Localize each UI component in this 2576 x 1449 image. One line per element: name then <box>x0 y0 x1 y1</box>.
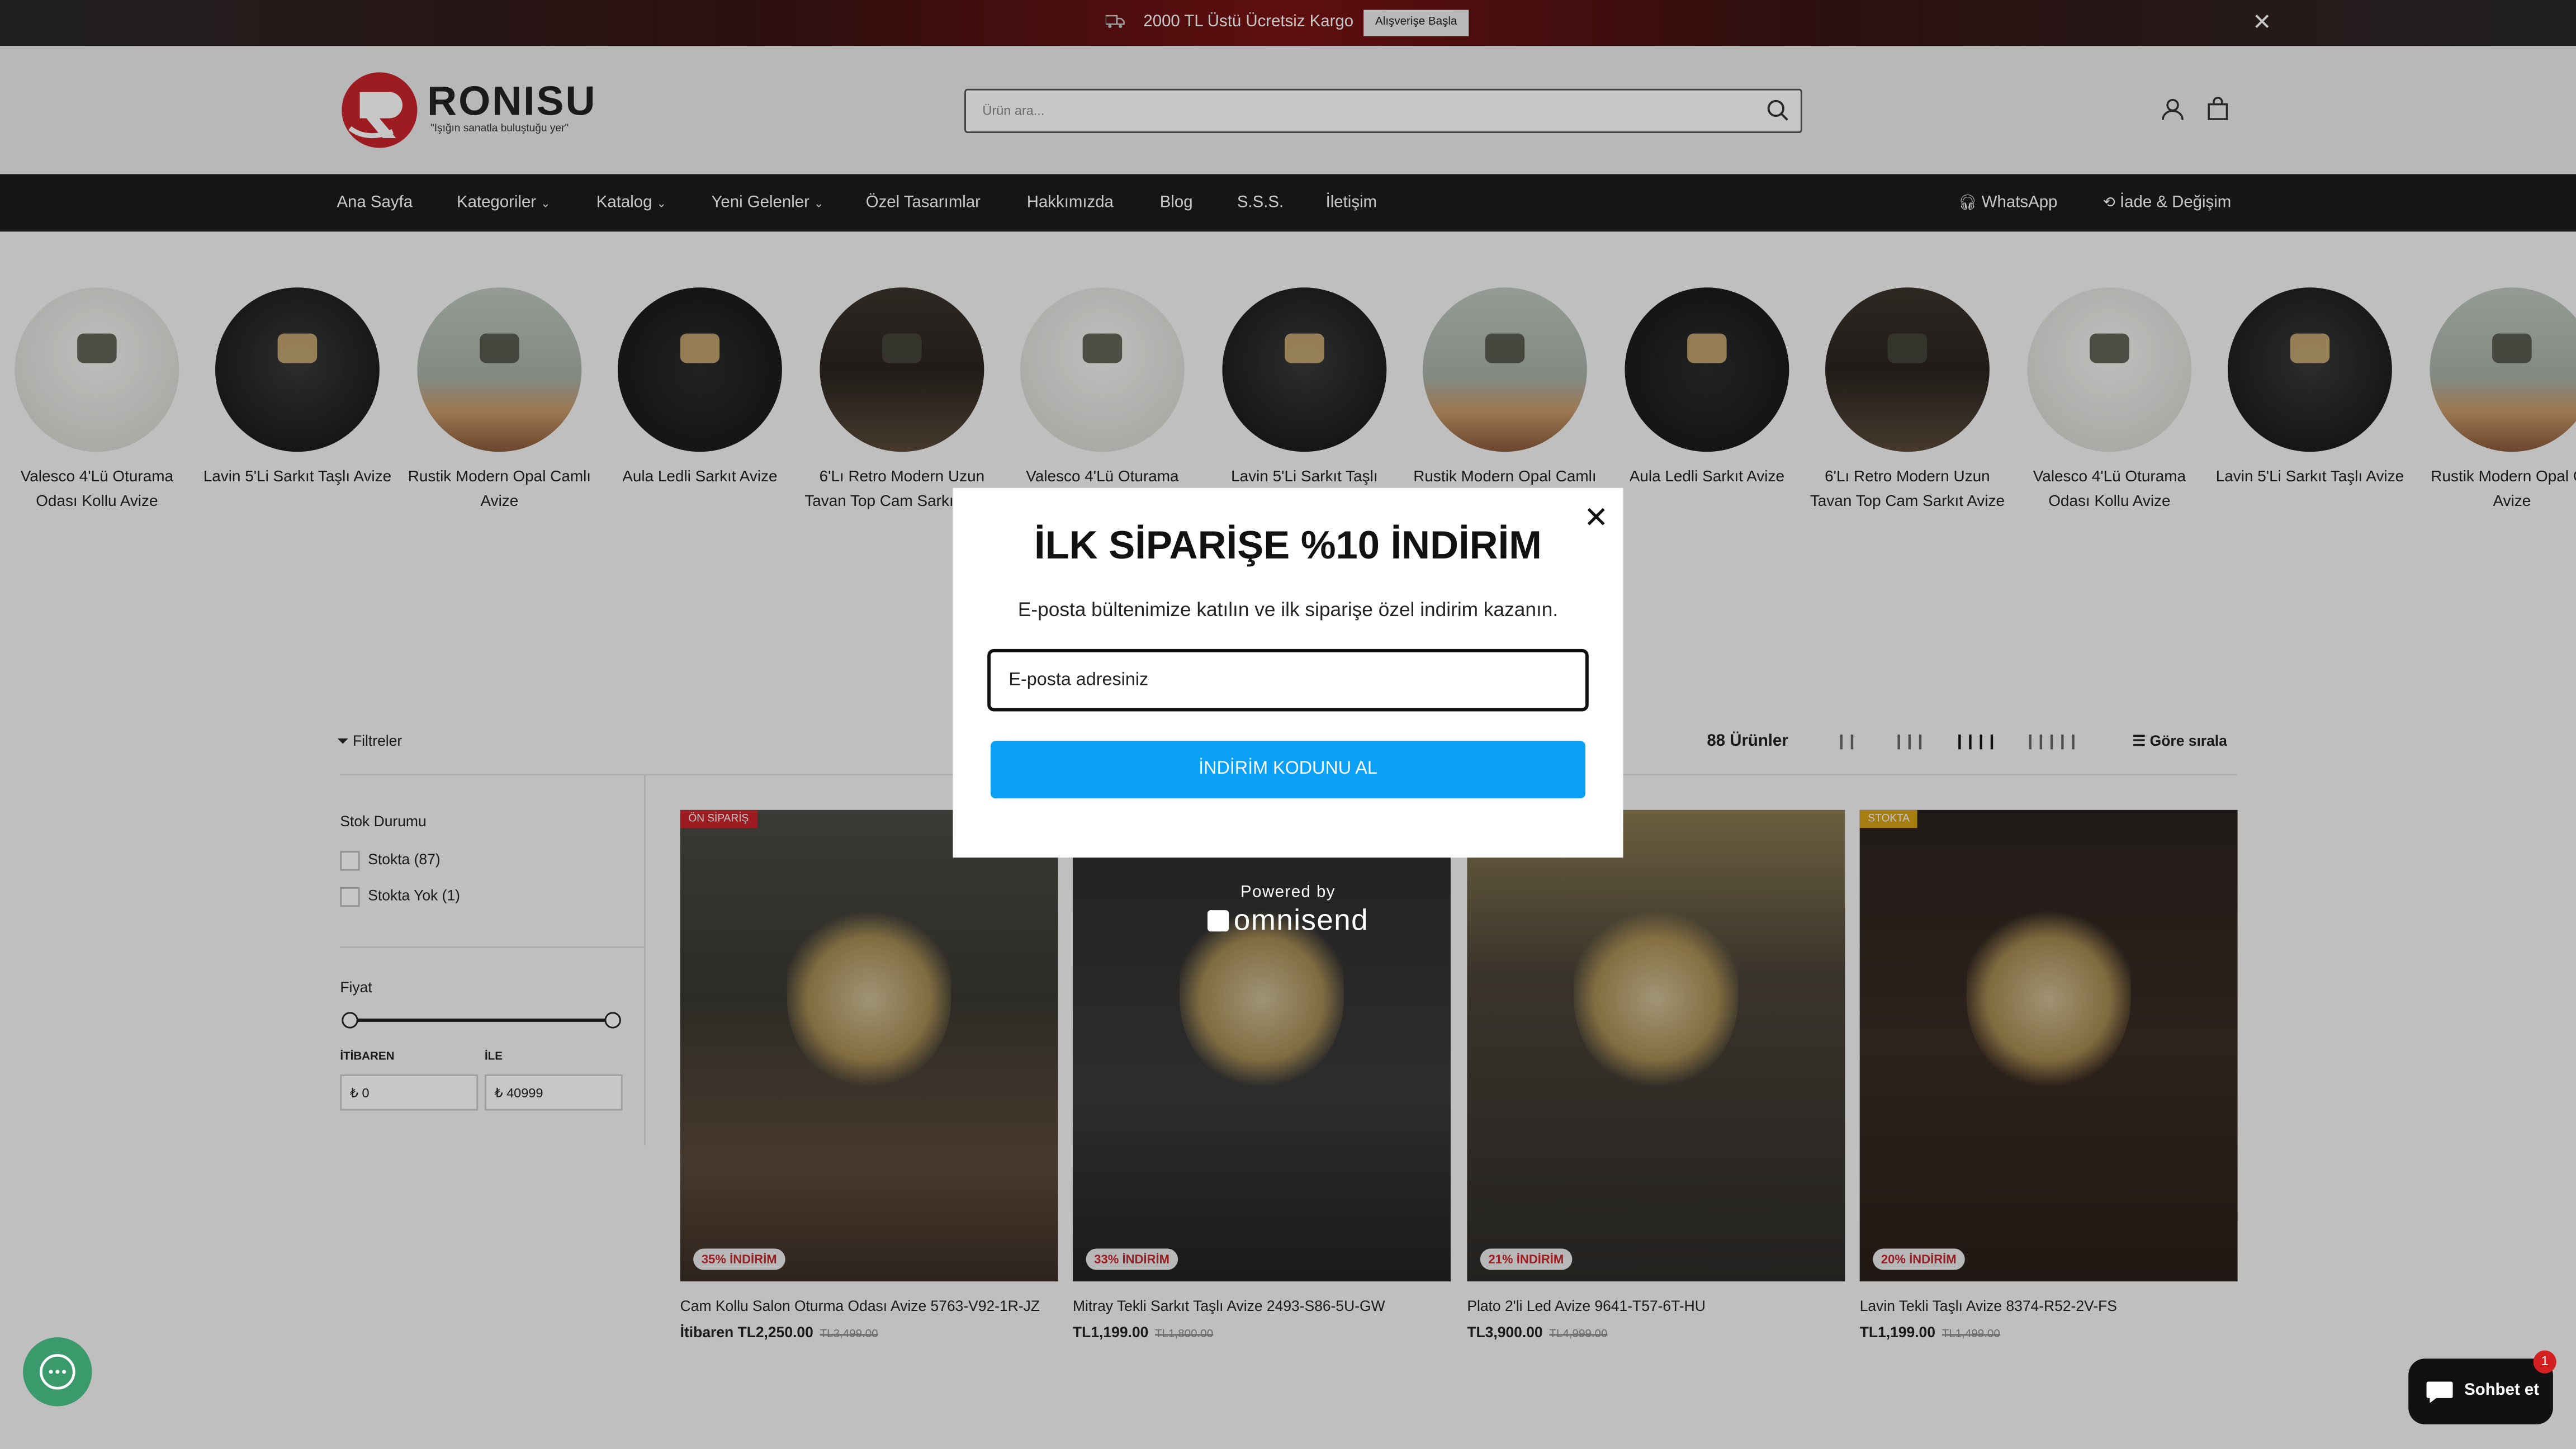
close-popup-icon[interactable]: ✕ <box>1584 503 1608 532</box>
chat-badge: 1 <box>2533 1350 2556 1374</box>
omnisend-label: omnisend <box>1233 903 1369 937</box>
shopify-chat-button[interactable]: Sohbet et <box>2408 1358 2553 1424</box>
powered-by-label: Powered by <box>1240 884 1336 902</box>
popup-title: İLK SİPARİŞE %10 İNDİRİM <box>1034 524 1542 569</box>
powered-by[interactable]: Powered by omnisend <box>1117 884 1459 938</box>
chat-icon <box>40 1354 75 1390</box>
chat-bubble-button[interactable] <box>23 1337 92 1407</box>
get-discount-button[interactable]: İNDİRİM KODUNU AL <box>991 741 1585 799</box>
email-field[interactable]: E-posta adresiniz <box>987 648 1589 712</box>
chat-label: Sohbet et <box>2464 1381 2540 1400</box>
omnisend-logo-icon <box>1207 910 1229 932</box>
omnisend-brand: omnisend <box>1117 903 1459 938</box>
popup-subtitle: E-posta bültenimize katılın ve ilk sipar… <box>1017 598 1559 621</box>
newsletter-popup: İLK SİPARİŞE %10 İNDİRİM E-posta bülteni… <box>953 487 1623 858</box>
chat-icon <box>2426 1381 2453 1403</box>
